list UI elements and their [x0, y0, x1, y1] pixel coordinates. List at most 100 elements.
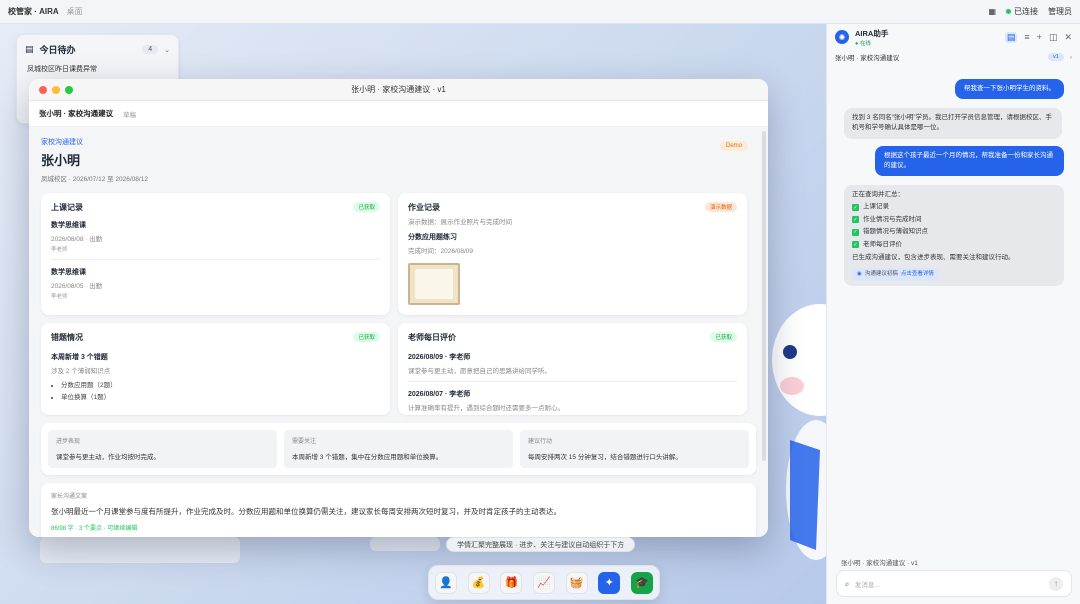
evaluation-head: 2026/08/07 · 李老师 [408, 391, 471, 398]
top-bar: 校管家 · AIRA 桌面 ▦ 已连接 管理员 [0, 0, 1080, 24]
document-window: 张小明 · 家校沟通建议 · v1 张小明 · 家校沟通建议 草稿 家校沟通建议… [29, 79, 768, 537]
summary-action: 建议行动 每周安排两次 15 分钟复习，结合错题进行口头讲解。 [520, 430, 749, 468]
summary-section: 进步表现 课堂参与更主动，作业均按时完成。 需要关注 本周新增 3 个错题，集中… [41, 423, 756, 475]
homework-note: 演示数据：展示作业照片与完成时间 [408, 219, 512, 226]
document-name: 张小明 · 家校沟通建议 [39, 109, 114, 118]
summary-attention: 需要关注 本周新增 3 个错题，集中在分数应用题和单位换算。 [284, 430, 513, 468]
assistant-message-head: 正在查询并汇总： [852, 191, 904, 198]
grid-icon[interactable]: ▦ [988, 7, 996, 16]
divider [51, 259, 380, 260]
summary-text: 每周安排两次 15 分钟复习，结合错题进行口头讲解。 [528, 454, 682, 461]
check-item: ✓ 作业情况与完成时间 [852, 215, 922, 224]
chevron-right-icon[interactable]: › [1070, 54, 1072, 61]
background-window [40, 537, 240, 563]
document-subbar: 张小明 · 家校沟通建议 草稿 [29, 101, 768, 127]
todo-icon: ▤ [25, 44, 34, 54]
mistakes-sub: 涉及 2 个薄弱知识点 [51, 368, 111, 375]
dock: 👤 💰 🎁 📈 🧺 ✦ 🎓 [428, 565, 660, 600]
plus-icon[interactable]: + [1037, 32, 1042, 43]
divider [408, 381, 737, 382]
parent-message-text[interactable]: 张小明最近一个月课堂参与度有所提升，作业完成及时。分数应用题和单位换算仍需关注，… [51, 506, 746, 517]
list-item: 分数应用题（2题） [61, 379, 380, 389]
parent-message-label: 家长沟通文案 [51, 494, 88, 500]
summary-text: 课堂参与更主动，作业均按时完成。 [56, 454, 160, 461]
card-title: 上课记录 [51, 203, 83, 212]
check-item: ✓ 错题情况与薄弱知识点 [852, 228, 928, 236]
context-label: 张小明 · 家校沟通建议 [835, 55, 900, 62]
list-icon[interactable]: ≡ [1024, 32, 1029, 43]
chart-icon[interactable]: 📈 [532, 571, 555, 594]
hint-toast: 学情汇聚完整展现 · 进步、关注与建议自动组织于下方 [446, 537, 636, 552]
evaluation-head: 2026/08/09 · 李老师 [408, 354, 471, 361]
draft-label: 草稿 [123, 111, 137, 119]
parent-message-card[interactable]: 家长沟通文案 张小明最近一个月课堂参与度有所提升，作业完成及时。分数应用题和单位… [41, 483, 756, 537]
minimize-window-button[interactable] [52, 85, 60, 94]
homework-item: 分数应用题练习 [408, 234, 457, 241]
assistant-message: 正在查询并汇总： ✓ 上课记录 ✓ 作业情况与完成时间 ✓ 错题情况与薄弱知识点 ✓ 老… [844, 185, 1064, 287]
gift-icon[interactable]: 🎁 [500, 571, 523, 594]
status-badge: 演示数据 [704, 202, 737, 212]
learn-icon[interactable]: 🎓 [630, 571, 653, 594]
message-input[interactable]: ⌀ 发消息... ↑ [836, 570, 1072, 597]
todo-item[interactable]: 凤城校区昨日课费异常 [17, 64, 178, 74]
record-date: 2026/08/05 · 出勤 [51, 283, 103, 290]
document-eyebrow: 家校沟通建议 [41, 139, 83, 146]
draft-link[interactable]: ◉ 沟通建议初稿 点击查看详情 [852, 268, 939, 282]
record-teacher: 李老师 [51, 294, 68, 300]
check-item: ✓ 老师每日评价 [852, 240, 902, 249]
summary-label: 需要关注 [292, 439, 317, 445]
send-icon[interactable]: ↑ [1049, 576, 1063, 591]
user-message: 根据这个孩子最近一个月的情况，帮我准备一份和家长沟通的建议。 [875, 146, 1064, 177]
scrollbar[interactable] [762, 131, 766, 461]
connection-status: 已连接 [1006, 6, 1038, 17]
close-window-button[interactable] [39, 85, 47, 94]
maximize-window-button[interactable] [65, 85, 73, 94]
student-icon[interactable]: 👤 [435, 571, 457, 594]
attendance-card[interactable]: 上课记录 已获取 数学思维课 2026/08/08 · 出勤 李老师 数学思维课… [41, 193, 390, 315]
status-badge: 已获取 [353, 332, 380, 342]
assistant-panel: ✺ AIRA助手 ● 在线 ▤ ≡ + ◫ ✕ 张小明 · 家校沟通建议 v1 … [826, 24, 1080, 604]
money-bag-icon[interactable]: 💰 [467, 571, 490, 594]
mistakes-card[interactable]: 错题情况 已获取 本周新增 3 个错题 涉及 2 个薄弱知识点 分数应用题（2题… [41, 323, 390, 415]
record-teacher: 李老师 [51, 247, 68, 253]
window-title: 张小明 · 家校沟通建议 · v1 [351, 85, 446, 94]
user-message: 帮我查一下张小明学生的资料。 [955, 79, 1064, 100]
student-meta: 凤城校区 · 2026/07/12 至 2026/08/12 [41, 176, 148, 183]
document-icon[interactable]: ▤ [1004, 31, 1018, 43]
eye-icon: ◉ [857, 271, 862, 278]
user-menu[interactable]: 管理员 [1048, 6, 1072, 17]
check-item: ✓ 上课记录 [852, 203, 889, 212]
version-badge: v1 [1048, 53, 1064, 61]
demo-badge: Demo [719, 141, 748, 151]
student-name: 张小明 [41, 153, 81, 168]
mascot-illustration [772, 304, 826, 560]
summary-label: 建议行动 [528, 439, 553, 445]
homework-done-time: 完成时间：2026/08/09 [408, 248, 474, 255]
panel-icon[interactable]: ◫ [1049, 32, 1058, 43]
evaluation-body: 课堂参与更主动，愿意把自己的思路讲给同学听。 [408, 368, 551, 375]
desktop-label: 桌面 [66, 7, 83, 16]
attach-icon[interactable]: ⌀ [845, 580, 849, 588]
summary-progress: 进步表现 课堂参与更主动，作业均按时完成。 [48, 430, 277, 468]
assistant-message-done: 已生成沟通建议，包含进步表现、需要关注和建议行动。 [852, 253, 1015, 261]
card-title: 作业记录 [408, 203, 440, 212]
homework-photo-thumbnail[interactable] [408, 263, 460, 305]
record-course: 数学思维课 [51, 269, 86, 276]
status-badge: 已获取 [353, 202, 380, 212]
mistakes-headline: 本周新增 3 个错题 [51, 354, 108, 361]
close-icon[interactable]: ✕ [1064, 32, 1072, 43]
homework-card[interactable]: 作业记录 演示数据 演示数据：展示作业照片与完成时间 分数应用题练习 完成时间：… [398, 193, 747, 315]
background-window [370, 537, 440, 551]
chevron-down-icon[interactable]: ⌄ [164, 46, 170, 54]
evaluation-card[interactable]: 老师每日评价 已获取 2026/08/09 · 李老师 课堂参与更主动，愿意把自… [398, 323, 747, 415]
assistant-avatar: ✺ [835, 30, 849, 44]
assistant-footer: 张小明 · 家校沟通建议 · v1 [841, 560, 918, 567]
basket-icon[interactable]: 🧺 [565, 571, 588, 594]
record-date: 2026/08/08 · 出勤 [51, 236, 103, 243]
assistant-header: ✺ AIRA助手 ● 在线 ▤ ≡ + ◫ ✕ [827, 24, 1080, 50]
assistant-context: 张小明 · 家校沟通建议 v1 › [827, 50, 1080, 64]
sparkle-icon[interactable]: ✦ [598, 571, 621, 594]
record-course: 数学思维课 [51, 222, 86, 229]
summary-label: 进步表现 [56, 439, 81, 445]
document-content: 家校沟通建议 Demo 张小明 凤城校区 · 2026/07/12 至 2026… [29, 127, 768, 537]
